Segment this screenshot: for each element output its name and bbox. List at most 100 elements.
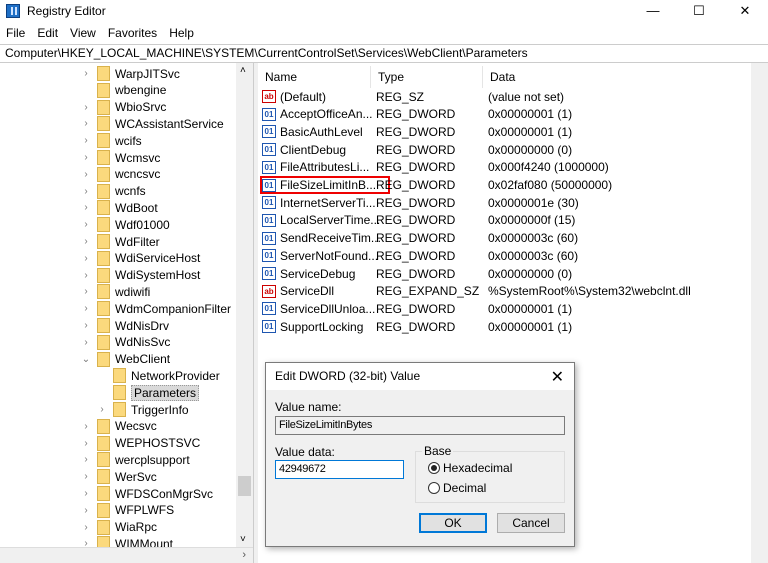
expand-chevron-icon[interactable]: › [80, 421, 92, 432]
value-row[interactable]: 01 FileAttributesLi... REG_DWORD 0x000f4240… [262, 159, 752, 176]
tree-item[interactable]: › WdNisSvc [80, 334, 170, 351]
expand-chevron-icon[interactable]: › [80, 286, 92, 297]
decimal-radio[interactable]: Decimal [428, 481, 486, 495]
tree-item[interactable]: › WdmCompanionFilter [80, 300, 231, 317]
tree-item[interactable]: › wercplsupport [80, 451, 190, 468]
column-name[interactable]: Name [258, 66, 371, 88]
expand-chevron-icon[interactable]: › [80, 169, 92, 180]
tree-item[interactable]: › Wecsvc [80, 418, 157, 435]
tree-item[interactable]: NetworkProvider [96, 367, 220, 384]
address-bar[interactable]: Computer\HKEY_LOCAL_MACHINE\SYSTEM\Curre… [0, 44, 768, 63]
tree-item[interactable]: › TriggerInfo [96, 401, 189, 418]
tree-item[interactable]: Parameters [96, 384, 200, 401]
expand-chevron-icon[interactable]: › [80, 219, 92, 230]
expand-chevron-icon[interactable]: › [80, 135, 92, 146]
menu-favorites[interactable]: Favorites [102, 24, 163, 42]
tree-item[interactable]: › WiaRpc [80, 519, 157, 536]
expand-chevron-icon[interactable]: › [80, 320, 92, 331]
expand-chevron-icon[interactable]: › [80, 186, 92, 197]
value-row[interactable]: 01 ServiceDebug REG_DWORD 0x00000000 (0) [262, 265, 752, 282]
scroll-up-icon[interactable]: ˄ [240, 65, 246, 76]
expand-chevron-icon[interactable]: › [80, 438, 92, 449]
column-data[interactable]: Data [483, 66, 753, 88]
menu-view[interactable]: View [64, 24, 102, 42]
tree-item[interactable]: wbengine [80, 82, 166, 99]
tree-item[interactable]: › WFPLWFS [80, 502, 174, 519]
value-name-field: FileSizeLimitInBytes [275, 416, 565, 435]
menu-file[interactable]: File [0, 24, 31, 42]
binary-value-icon: 01 [262, 178, 276, 192]
value-row[interactable]: 01 BasicAuthLevel REG_DWORD 0x00000001 (1) [262, 123, 752, 140]
tree-item[interactable]: › WdBoot [80, 199, 158, 216]
expand-chevron-icon[interactable]: › [80, 471, 92, 482]
dialog-close-icon[interactable]: ✕ [551, 367, 564, 387]
value-row[interactable]: 01 SendReceiveTim... REG_DWORD 0x0000003c (… [262, 230, 752, 247]
value-row[interactable]: 01 SupportLocking REG_DWORD 0x00000001 (1) [262, 318, 752, 335]
value-row[interactable]: 01 InternetServerTi... REG_DWORD 0x0000001e… [262, 194, 752, 211]
scroll-thumb[interactable] [238, 476, 251, 496]
column-type[interactable]: Type [371, 66, 483, 88]
tree-item[interactable]: › WdFilter [80, 233, 160, 250]
binary-value-icon: 01 [262, 160, 276, 174]
ok-button[interactable]: OK [419, 513, 487, 533]
tree-item[interactable]: › WFDSConMgrSvc [80, 485, 213, 502]
tree-item[interactable]: › WarpJITSvc [80, 65, 180, 82]
tree-item[interactable]: › Wcmsvc [80, 149, 160, 166]
expand-chevron-icon[interactable]: › [80, 488, 92, 499]
expand-chevron-icon[interactable]: › [80, 505, 92, 516]
tree-horizontal-scrollbar[interactable]: › [0, 547, 253, 563]
tree-item[interactable]: › Wdf01000 [80, 216, 170, 233]
minimize-button[interactable]: — [630, 0, 676, 22]
expand-chevron-icon[interactable]: › [80, 236, 92, 247]
value-row[interactable]: 01 LocalServerTime... REG_DWORD 0x0000000f … [262, 212, 752, 229]
tree-item[interactable]: › wcifs [80, 132, 142, 149]
value-row[interactable]: ab (Default) REG_SZ (value not set) [262, 88, 752, 105]
value-name: ServiceDebug [280, 266, 356, 281]
scroll-right-icon[interactable]: › [242, 549, 246, 561]
maximize-button[interactable]: ☐ [676, 0, 722, 22]
value-type: REG_DWORD [376, 178, 456, 192]
tree-item[interactable]: › wcnfs [80, 183, 146, 200]
tree-item[interactable]: › WbioSrvc [80, 99, 166, 116]
value-data-input[interactable]: 42949672 [275, 460, 404, 479]
value-row[interactable]: 01 FileSizeLimitInB... REG_DWORD 0x02faf080… [260, 176, 752, 194]
tree-item[interactable]: › WdiServiceHost [80, 250, 200, 267]
value-row[interactable]: 01 ServerNotFound... REG_DWORD 0x0000003c (… [262, 247, 752, 264]
value-row[interactable]: 01 AcceptOfficeAn... REG_DWORD 0x00000001 (… [262, 106, 752, 123]
tree-item[interactable]: › wcncsvc [80, 166, 160, 183]
tree-item[interactable]: › WdiSystemHost [80, 267, 200, 284]
expand-chevron-icon[interactable]: › [80, 303, 92, 314]
scroll-down-icon[interactable]: ˅ [240, 534, 246, 545]
expand-chevron-icon[interactable]: › [80, 102, 92, 113]
value-row[interactable]: 01 ClientDebug REG_DWORD 0x00000000 (0) [262, 141, 752, 158]
cancel-button[interactable]: Cancel [497, 513, 565, 533]
expand-chevron-icon[interactable]: › [80, 118, 92, 129]
expand-chevron-icon[interactable]: › [80, 270, 92, 281]
tree-item[interactable]: › WerSvc [80, 468, 157, 485]
expand-chevron-icon[interactable]: › [80, 152, 92, 163]
expand-chevron-icon[interactable]: › [96, 404, 108, 415]
value-row[interactable]: 01 ServiceDllUnloa... REG_DWORD 0x00000001 … [262, 300, 752, 317]
expand-chevron-icon[interactable]: › [80, 202, 92, 213]
tree-item[interactable]: › wdiwifi [80, 283, 150, 300]
value-type: REG_DWORD [376, 160, 456, 175]
menu-help[interactable]: Help [163, 24, 200, 42]
values-scrollbar[interactable] [751, 63, 768, 563]
tree-item[interactable]: › WEPHOSTSVC [80, 435, 200, 452]
tree-vertical-scrollbar[interactable]: ˄ ˅ [236, 63, 253, 547]
expand-chevron-icon[interactable]: › [80, 454, 92, 465]
tree-item[interactable]: ⌄ WebClient [80, 351, 170, 368]
expand-chevron-icon[interactable]: › [80, 253, 92, 264]
close-button[interactable]: ✕ [722, 0, 768, 22]
hexadecimal-radio[interactable]: Hexadecimal [428, 461, 512, 475]
expand-chevron-icon[interactable]: › [80, 68, 92, 79]
tree-item[interactable]: › WdNisDrv [80, 317, 169, 334]
tree-item[interactable]: › WCAssistantService [80, 115, 224, 132]
value-row[interactable]: ab ServiceDll REG_EXPAND_SZ %SystemRoot%\Sy… [262, 283, 752, 300]
value-type: REG_DWORD [376, 301, 456, 316]
expand-chevron-icon[interactable]: › [80, 522, 92, 533]
expand-chevron-icon[interactable]: › [80, 337, 92, 348]
menu-edit[interactable]: Edit [31, 24, 64, 42]
tree-item-label: Wecsvc [115, 419, 157, 434]
expand-chevron-icon[interactable]: ⌄ [80, 354, 92, 365]
